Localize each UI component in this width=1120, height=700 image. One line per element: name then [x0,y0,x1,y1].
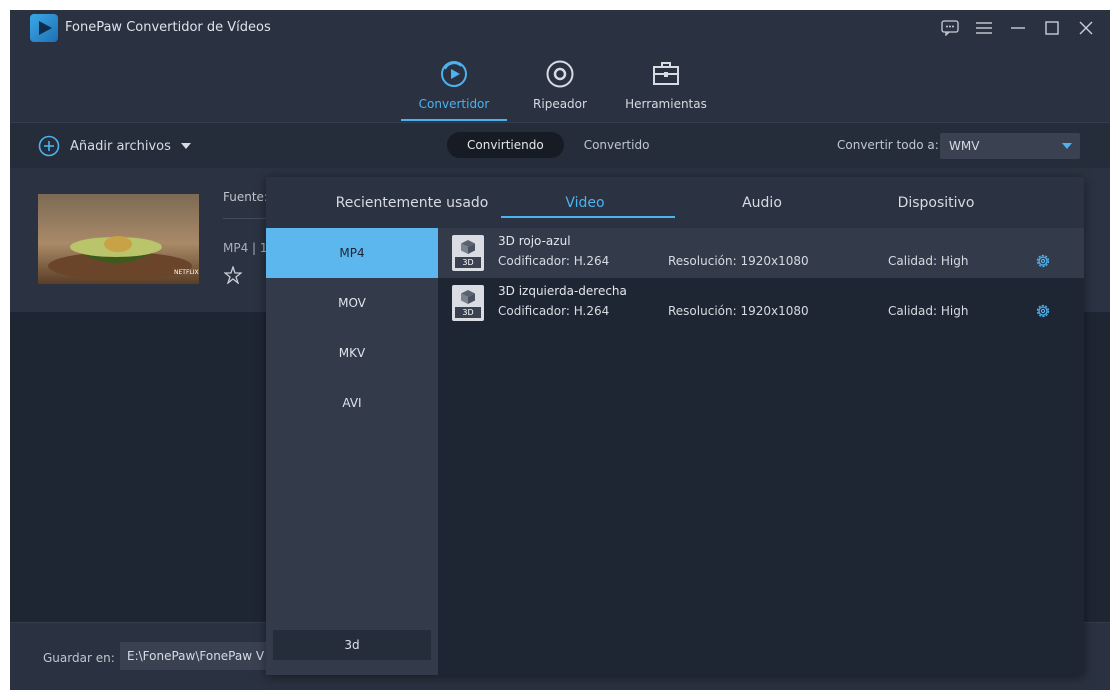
minimize-icon[interactable] [1006,16,1030,40]
tab-label: Herramientas [625,97,707,111]
segment-converted[interactable]: Convertido [564,132,670,158]
preset-name: 3D rojo-azul [498,234,571,248]
status-segment: Convirtiendo Convertido [447,132,669,158]
add-files-button[interactable]: Añadir archivos [38,135,191,157]
preset-item[interactable]: 3D 3D rojo-azul Codificador: H.264 Resol… [438,228,1084,278]
preset-list: 3D 3D rojo-azul Codificador: H.264 Resol… [438,228,1084,328]
toolbar: Añadir archivos Convirtiendo Convertido … [10,122,1110,168]
format-item-mkv[interactable]: MKV [266,328,438,378]
save-path-field[interactable]: E:\FonePaw\FonePaw V [120,642,280,670]
file-source-label: Fuente: [223,190,268,204]
video-thumbnail[interactable]: NETFLIX [38,194,199,284]
format-panel: Recientemente usado Video Audio Disposit… [266,177,1084,675]
format-item-avi[interactable]: AVI [266,378,438,428]
chevron-down-icon [1062,143,1072,149]
app-window: FonePaw Convertidor de Vídeos Convertido… [10,10,1110,690]
tab-recently-used[interactable]: Recientemente usado [332,195,492,211]
caret-down-icon [180,143,191,149]
preset-resolution: Resolución: 1920x1080 [668,254,809,268]
preset-resolution: Resolución: 1920x1080 [668,304,809,318]
feedback-icon[interactable] [938,16,962,40]
toolbox-icon [613,57,719,91]
preset-encoder: Codificador: H.264 [498,254,610,268]
tab-audio[interactable]: Audio [682,195,842,211]
tab-herramientas[interactable]: Herramientas [613,55,719,121]
maximize-icon[interactable] [1040,16,1064,40]
convert-icon [401,57,507,91]
menu-icon[interactable] [972,16,996,40]
format-panel-tabs: Recientemente usado Video Audio Disposit… [266,177,1084,228]
format-search-input[interactable]: 3d [273,630,431,660]
preset-quality: Calidad: High [888,254,969,268]
gear-icon[interactable] [1035,303,1051,322]
preset-name: 3D izquierda-derecha [498,284,627,298]
app-logo-icon [30,14,58,42]
disc-icon [507,57,613,91]
file-meta: MP4 | 1 [223,241,268,255]
convert-all-value: WMV [949,139,980,153]
format-item-mp4[interactable]: MP4 [266,228,438,278]
3d-video-icon: 3D [452,285,484,321]
title-bar: FonePaw Convertidor de Vídeos Convertido… [10,10,1110,122]
magic-wand-icon[interactable] [223,264,243,287]
tab-label: Ripeador [533,97,587,111]
format-list: MP4 MOV MKV AVI 3d [266,228,438,675]
tab-convertidor[interactable]: Convertidor [401,55,507,121]
add-icon [38,135,60,157]
main-tabs: Convertidor Ripeador Herramientas [401,55,719,121]
save-to-label: Guardar en: [43,651,115,665]
tab-video[interactable]: Video [507,195,663,211]
convert-all-select[interactable]: WMV [940,133,1080,159]
close-icon[interactable] [1074,16,1098,40]
window-controls [938,16,1098,40]
format-item-mov[interactable]: MOV [266,278,438,328]
preset-icon-tag: 3D [455,257,481,268]
preset-quality: Calidad: High [888,304,969,318]
preset-encoder: Codificador: H.264 [498,304,610,318]
tab-ripeador[interactable]: Ripeador [507,55,613,121]
thumbnail-badge: NETFLIX [174,269,199,276]
segment-converting[interactable]: Convirtiendo [447,132,564,158]
app-title: FonePaw Convertidor de Vídeos [65,20,271,35]
3d-video-icon: 3D [452,235,484,271]
tab-device[interactable]: Dispositivo [856,195,1016,211]
add-files-label: Añadir archivos [70,138,171,154]
preset-item[interactable]: 3D 3D izquierda-derecha Codificador: H.2… [438,278,1084,328]
convert-all-label: Convertir todo a: [837,138,939,152]
preset-icon-tag: 3D [455,307,481,318]
active-tab-indicator [501,216,675,218]
gear-icon[interactable] [1035,253,1051,272]
tab-label: Convertidor [418,97,490,111]
